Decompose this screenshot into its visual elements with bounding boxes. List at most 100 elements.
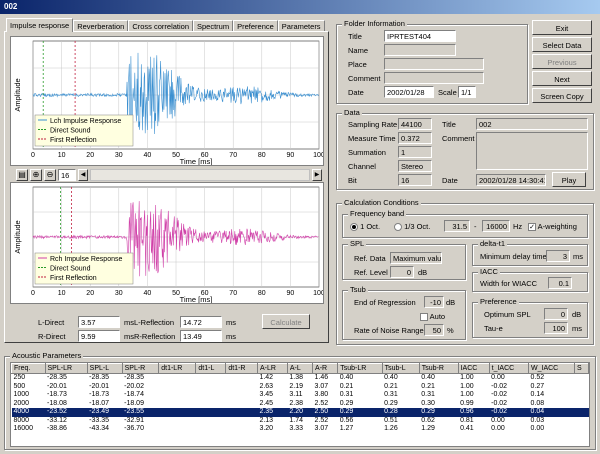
screen-copy-button[interactable]: Screen Copy: [532, 88, 592, 103]
oct1-radio[interactable]: 1 Oct.: [350, 222, 380, 232]
col-header[interactable]: Tsub-L: [381, 363, 420, 374]
table-cell: 250: [13, 374, 26, 381]
table-row[interactable]: 500 -20.01 -20.01 -20.02 2.63 2.19 3.07 0.21 0.2…: [12, 383, 589, 392]
freq-low-field[interactable]: 31.5: [444, 220, 470, 232]
auto-check-indicator[interactable]: [420, 313, 428, 322]
table-row[interactable]: 2000 -18.08 -18.07 -18.09 2.45 2.38 2.52 0.29 0.…: [12, 400, 589, 409]
col-header[interactable]: Tsub-R: [418, 363, 459, 374]
table-cell: 3.45: [259, 391, 274, 398]
a-weighting-checkbox[interactable]: ✓ A-weighting: [528, 222, 577, 232]
rch-xtick-label: 80: [258, 290, 266, 297]
table-cell: [196, 400, 226, 409]
table-cell: -28.35: [124, 374, 144, 381]
rch-xtick-label: 90: [287, 290, 295, 297]
table-cell: 0.62: [421, 416, 435, 424]
optimum-spl-unit: dB: [572, 310, 582, 319]
tau-e-unit: ms: [572, 324, 582, 333]
col-header[interactable]: A-L: [286, 363, 314, 374]
folder-place-label: Place: [348, 60, 367, 69]
next-button[interactable]: Next: [532, 71, 592, 86]
a-weighting-check-icon[interactable]: ✓: [528, 223, 536, 232]
folder-date-field[interactable]: 2002/01/28: [384, 86, 434, 98]
oct3-radio[interactable]: 1/3 Oct.: [394, 222, 430, 232]
folder-title-field[interactable]: IPRTEST404: [384, 30, 456, 42]
table-cell: 0.21: [421, 382, 435, 390]
col-header[interactable]: Tsub-LR: [337, 363, 383, 374]
acoustic-params-list[interactable]: Freq. SPL-LR SPL-L SPL-R dt1-LR dt1-L dt1-R A-L…: [10, 362, 590, 447]
zoom-value[interactable]: 16: [58, 168, 76, 181]
end-regression-label: End of Regression: [354, 298, 416, 307]
ref-level-field[interactable]: 0: [390, 266, 414, 278]
col-header[interactable]: SPL-LR: [44, 363, 88, 374]
sampling-rate-label: Sampling Rate: [348, 120, 398, 129]
play-button[interactable]: Play: [552, 172, 586, 187]
oct1-radio-indicator[interactable]: [350, 223, 358, 232]
col-header[interactable]: S: [574, 363, 589, 374]
folder-comment-field[interactable]: [384, 72, 484, 84]
end-regression-field[interactable]: -10: [424, 296, 444, 308]
previous-button[interactable]: Previous: [532, 54, 592, 69]
table-cell: [574, 408, 589, 417]
folder-name-field[interactable]: [384, 44, 456, 56]
exit-button[interactable]: Exit: [532, 20, 592, 35]
table-row[interactable]: 250 -28.35 -28.35 -28.35 1.42 1.38 1.46 0.40 0.4…: [12, 374, 589, 383]
col-header[interactable]: W_IACC: [527, 363, 576, 374]
channel-field: Stereo: [398, 160, 432, 172]
time-scrollbar[interactable]: [90, 168, 310, 181]
col-header[interactable]: dt1-LR: [158, 363, 197, 374]
bit-field: 16: [398, 174, 432, 186]
tab-impulse-response[interactable]: Impulse response: [6, 18, 74, 32]
ref-data-label: Ref. Data: [354, 254, 386, 263]
folder-scale-field[interactable]: 1/1: [458, 86, 476, 98]
col-header[interactable]: Freq.: [11, 363, 46, 374]
calculate-button[interactable]: Calculate: [262, 314, 310, 329]
table-cell: -38.86: [47, 425, 67, 432]
zoom-out-icon[interactable]: ⊖: [44, 168, 56, 181]
col-header[interactable]: dt1-L: [195, 363, 227, 374]
table-cell: 1.38: [289, 374, 303, 381]
table-cell: -23.49: [87, 408, 123, 417]
col-header[interactable]: A-LR: [256, 363, 288, 374]
table-cell: -0.02: [491, 382, 508, 390]
noise-range-field[interactable]: 50: [424, 324, 444, 336]
folder-group-label: Folder Information: [342, 19, 407, 28]
lch-legend-label: First Reflection: [50, 137, 97, 144]
folder-place-field[interactable]: [384, 58, 484, 70]
rch-plot-svg: 0 10 20 30 40 50 60 70 80 90 100Time [ms]Amplitude…: [13, 186, 325, 304]
tau-e-field[interactable]: 100: [544, 322, 568, 334]
r-reflection-value: 13.49: [180, 330, 222, 342]
col-header[interactable]: A-R: [312, 363, 339, 374]
table-row[interactable]: 4000 -23.52 -23.49 -23.55 2.35 2.20 2.50 0.29 0.…: [11, 408, 589, 417]
optimum-spl-field[interactable]: 0: [544, 308, 568, 320]
wiacc-field[interactable]: 0.1: [548, 277, 572, 289]
table-cell: [159, 391, 196, 400]
scroll-right-icon[interactable]: ▶: [312, 168, 322, 181]
min-delay-field[interactable]: 3: [546, 250, 570, 262]
table-row[interactable]: 16000 -38.86 -43.34 -36.70 3.20 3.33 3.07 1.27 1…: [12, 425, 589, 434]
r-direct-value: 9.59: [78, 330, 120, 342]
scroll-left-icon[interactable]: ◀: [78, 168, 88, 181]
col-header[interactable]: SPL-L: [86, 363, 123, 374]
table-cell: [575, 400, 589, 409]
lch-xlabel: Time [ms]: [180, 157, 213, 165]
col-header[interactable]: t_IACC: [488, 363, 530, 374]
table-row[interactable]: 1000 -18.73 -18.73 -18.74 3.45 3.11 3.80 0.31 0.…: [12, 391, 589, 400]
select-data-button[interactable]: Select Data: [532, 37, 592, 52]
table-row[interactable]: 8000 -33.12 -33.35 -32.91 2.13 1.74 2.52 0.56 0.…: [12, 417, 589, 426]
col-header[interactable]: dt1-R: [225, 363, 258, 374]
zoom-in-icon[interactable]: ⊕: [30, 168, 42, 181]
col-header[interactable]: IACC: [457, 363, 490, 374]
oct3-radio-indicator[interactable]: [394, 223, 402, 232]
folder-title-label: Title: [348, 32, 362, 41]
table-cell: 0.03: [530, 416, 545, 424]
folder-name-label: Name: [348, 46, 369, 55]
spl-group-label: SPL: [348, 239, 367, 248]
col-header[interactable]: SPL-R: [121, 363, 160, 374]
table-cell: 3.80: [314, 391, 329, 398]
print-icon[interactable]: ▤: [16, 168, 28, 181]
table-cell: -28.35: [89, 374, 110, 381]
freq-high-field[interactable]: 16000: [482, 220, 510, 232]
auto-checkbox[interactable]: Auto: [420, 312, 445, 322]
ref-data-field[interactable]: Maximum value: [390, 252, 442, 264]
table-cell: 2.35: [257, 408, 288, 417]
